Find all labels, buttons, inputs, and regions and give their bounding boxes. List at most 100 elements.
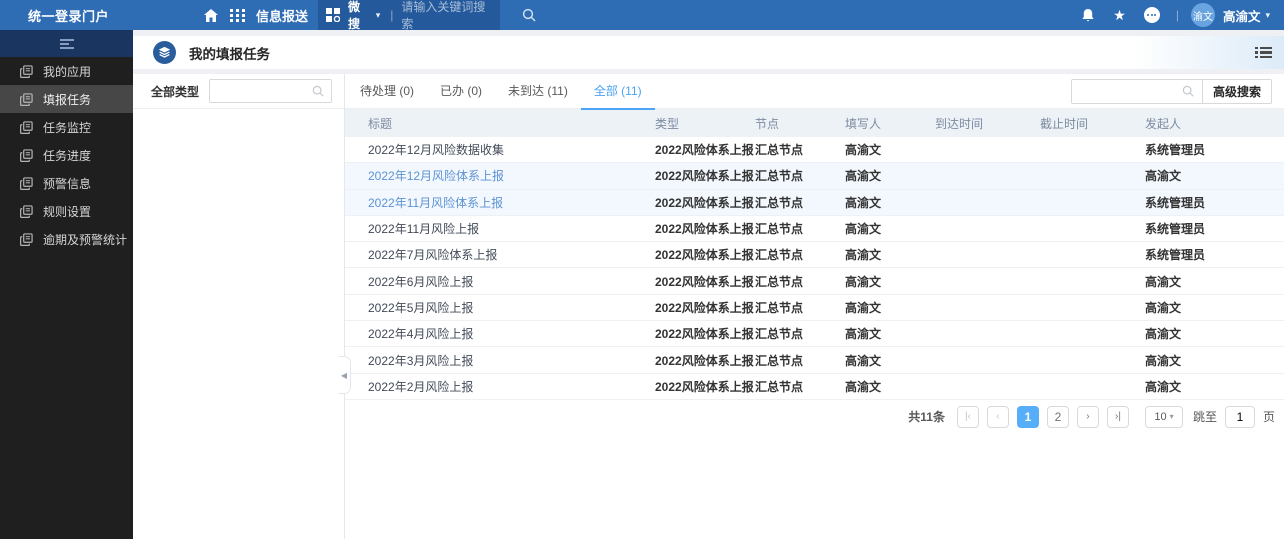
type-filter-panel: 全部类型 ◀ xyxy=(133,74,351,539)
task-filler: 高渝文 xyxy=(845,248,882,263)
task-title-link[interactable]: 2022年4月风险上报 xyxy=(345,325,655,342)
sidebar-collapse-button[interactable] xyxy=(0,30,133,57)
tab-1[interactable]: 已办 (0) xyxy=(427,74,495,109)
task-title-link[interactable]: 2022年12月风险数据收集 xyxy=(345,141,655,158)
type-filter-label: 全部类型 xyxy=(151,84,200,99)
home-icon[interactable] xyxy=(204,8,219,22)
column-header-type: 类型 xyxy=(655,116,680,131)
next-page-button[interactable]: › xyxy=(1076,405,1099,428)
app-grid-icon[interactable] xyxy=(230,8,246,22)
sidebar-item-label: 我的应用 xyxy=(43,64,92,79)
avatar[interactable]: 渝文 xyxy=(1190,3,1215,27)
task-filler: 高渝文 xyxy=(845,300,882,315)
document-icon xyxy=(20,204,33,218)
task-title-link[interactable]: 2022年7月风险体系上报 xyxy=(345,246,655,263)
tab-bar: 待处理 (0) 已办 (0) 未到达 (11) 全部 (11) 高级搜索 xyxy=(345,74,1284,110)
task-filler: 高渝文 xyxy=(845,379,882,394)
tab-3[interactable]: 全部 (11) xyxy=(580,74,655,110)
type-search-field[interactable] xyxy=(217,84,312,98)
task-node: 汇总节点 xyxy=(755,300,804,315)
table-row[interactable]: 2022年5月风险上报 2022风险体系上报 汇总节点 高渝文 高渝文 xyxy=(345,295,1284,322)
prev-page-button[interactable]: ‹ xyxy=(986,405,1009,428)
task-title-link[interactable]: 2022年6月风险上报 xyxy=(345,273,655,290)
document-icon xyxy=(20,232,33,246)
task-initiator: 高渝文 xyxy=(1145,300,1182,315)
username[interactable]: 高渝文 xyxy=(1223,6,1261,25)
wesearch-selector[interactable]: 微搜 xyxy=(348,0,371,32)
task-title-link[interactable]: 2022年2月风险上报 xyxy=(345,378,655,395)
sidebar-item-4[interactable]: 预警信息 xyxy=(0,169,133,197)
document-icon xyxy=(20,120,33,134)
task-initiator: 高渝文 xyxy=(1145,327,1182,342)
document-icon xyxy=(20,64,33,78)
task-filler: 高渝文 xyxy=(845,222,882,237)
task-search-field[interactable] xyxy=(1079,84,1182,98)
panel-collapse-handle[interactable]: ◀ xyxy=(338,356,351,394)
more-options-icon[interactable] xyxy=(1143,7,1160,23)
sidebar-item-2[interactable]: 任务监控 xyxy=(0,113,133,141)
portal-title: 统一登录门户 xyxy=(28,8,110,24)
task-initiator: 高渝文 xyxy=(1145,169,1182,184)
task-title-link[interactable]: 2022年3月风险上报 xyxy=(345,352,655,369)
task-type: 2022风险体系上报 xyxy=(655,379,754,394)
divider: | xyxy=(390,8,394,22)
table-row[interactable]: 2022年4月风险上报 2022风险体系上报 汇总节点 高渝文 高渝文 xyxy=(345,321,1284,348)
list-view-icon[interactable] xyxy=(1255,45,1272,61)
task-filler: 高渝文 xyxy=(845,195,882,210)
task-search-input[interactable] xyxy=(1070,78,1203,104)
task-title-link[interactable]: 2022年12月风险体系上报 xyxy=(345,167,655,184)
bell-icon[interactable] xyxy=(1081,8,1095,23)
sidebar-item-1[interactable]: 填报任务 xyxy=(0,85,133,113)
content-area: 我的填报任务 全部类型 ◀ 待处理 (0) 已办 (0) 未到达 (11) 全部 (1… xyxy=(133,30,1284,539)
column-header-filler: 填写人 xyxy=(845,116,882,131)
task-type: 2022风险体系上报 xyxy=(655,169,754,184)
sidebar-item-0[interactable]: 我的应用 xyxy=(0,57,133,85)
task-filler: 高渝文 xyxy=(845,327,882,342)
table-row[interactable]: 2022年11月风险体系上报 2022风险体系上报 汇总节点 高渝文 系统管理员 xyxy=(345,189,1284,216)
table-row[interactable]: 2022年3月风险上报 2022风险体系上报 汇总节点 高渝文 高渝文 xyxy=(345,347,1284,374)
search-icon[interactable] xyxy=(522,8,536,22)
tab-0[interactable]: 待处理 (0) xyxy=(347,74,427,109)
task-initiator: 系统管理员 xyxy=(1145,222,1206,237)
sidebar-item-6[interactable]: 逾期及预警统计 xyxy=(0,225,133,253)
task-title-link[interactable]: 2022年5月风险上报 xyxy=(345,299,655,316)
tab-2[interactable]: 未到达 (11) xyxy=(495,74,581,109)
page-header: 我的填报任务 xyxy=(133,36,1284,69)
sidebar-item-label: 规则设置 xyxy=(43,204,92,219)
table-row[interactable]: 2022年7月风险体系上报 2022风险体系上报 汇总节点 高渝文 系统管理员 xyxy=(345,242,1284,269)
global-search-bar[interactable]: 微搜 ▾ | 请输入关键词搜索 xyxy=(318,0,501,32)
table-row[interactable]: 2022年6月风险上报 2022风险体系上报 汇总节点 高渝文 高渝文 xyxy=(345,268,1284,295)
topbar-right: ★ | 渝文 高渝文 ▾ xyxy=(1063,3,1270,27)
sidebar-item-label: 逾期及预警统计 xyxy=(43,232,128,247)
task-title-link[interactable]: 2022年11月风险上报 xyxy=(345,220,655,237)
total-count: 共11条 xyxy=(908,410,945,425)
advanced-search-button[interactable]: 高级搜索 xyxy=(1202,78,1272,104)
favorites-star-icon[interactable]: ★ xyxy=(1113,8,1126,22)
sidebar-item-3[interactable]: 任务进度 xyxy=(0,141,133,169)
last-page-button[interactable]: ›| xyxy=(1106,405,1129,428)
page-button-1[interactable]: 1 xyxy=(1016,405,1039,428)
page-size-select[interactable]: 10 ▾ xyxy=(1144,405,1183,428)
sidebar-item-5[interactable]: 规则设置 xyxy=(0,197,133,225)
task-type: 2022风险体系上报 xyxy=(655,300,754,315)
task-initiator: 高渝文 xyxy=(1145,379,1182,394)
sidebar-menu: 我的应用 填报任务 任务监控 任务进度 预警信息 规则设置 逾期及预警统计 xyxy=(0,57,133,253)
user-menu-chevron-icon[interactable]: ▾ xyxy=(1265,10,1270,21)
task-node: 汇总节点 xyxy=(755,353,804,368)
page-button-2[interactable]: 2 xyxy=(1046,405,1069,428)
table-row[interactable]: 2022年12月风险数据收集 2022风险体系上报 汇总节点 高渝文 系统管理员 xyxy=(345,137,1284,164)
sidebar-item-label: 任务监控 xyxy=(43,120,92,135)
task-node: 汇总节点 xyxy=(755,274,804,289)
table-row[interactable]: 2022年12月风险体系上报 2022风险体系上报 汇总节点 高渝文 高渝文 xyxy=(345,163,1284,190)
table-row[interactable]: 2022年2月风险上报 2022风险体系上报 汇总节点 高渝文 高渝文 xyxy=(345,374,1284,400)
table-row[interactable]: 2022年11月风险上报 2022风险体系上报 汇总节点 高渝文 系统管理员 xyxy=(345,216,1284,243)
column-header-node: 节点 xyxy=(755,116,780,131)
jump-to-page-input[interactable] xyxy=(1224,405,1255,428)
task-title-link[interactable]: 2022年11月风险体系上报 xyxy=(345,194,655,211)
sidebar-item-label: 预警信息 xyxy=(43,176,92,191)
global-search-placeholder[interactable]: 请输入关键词搜索 xyxy=(401,0,492,32)
sidebar-item-label: 填报任务 xyxy=(43,92,92,107)
task-initiator: 高渝文 xyxy=(1145,274,1182,289)
first-page-button[interactable]: |‹ xyxy=(956,405,979,428)
type-search-input[interactable] xyxy=(209,79,332,103)
